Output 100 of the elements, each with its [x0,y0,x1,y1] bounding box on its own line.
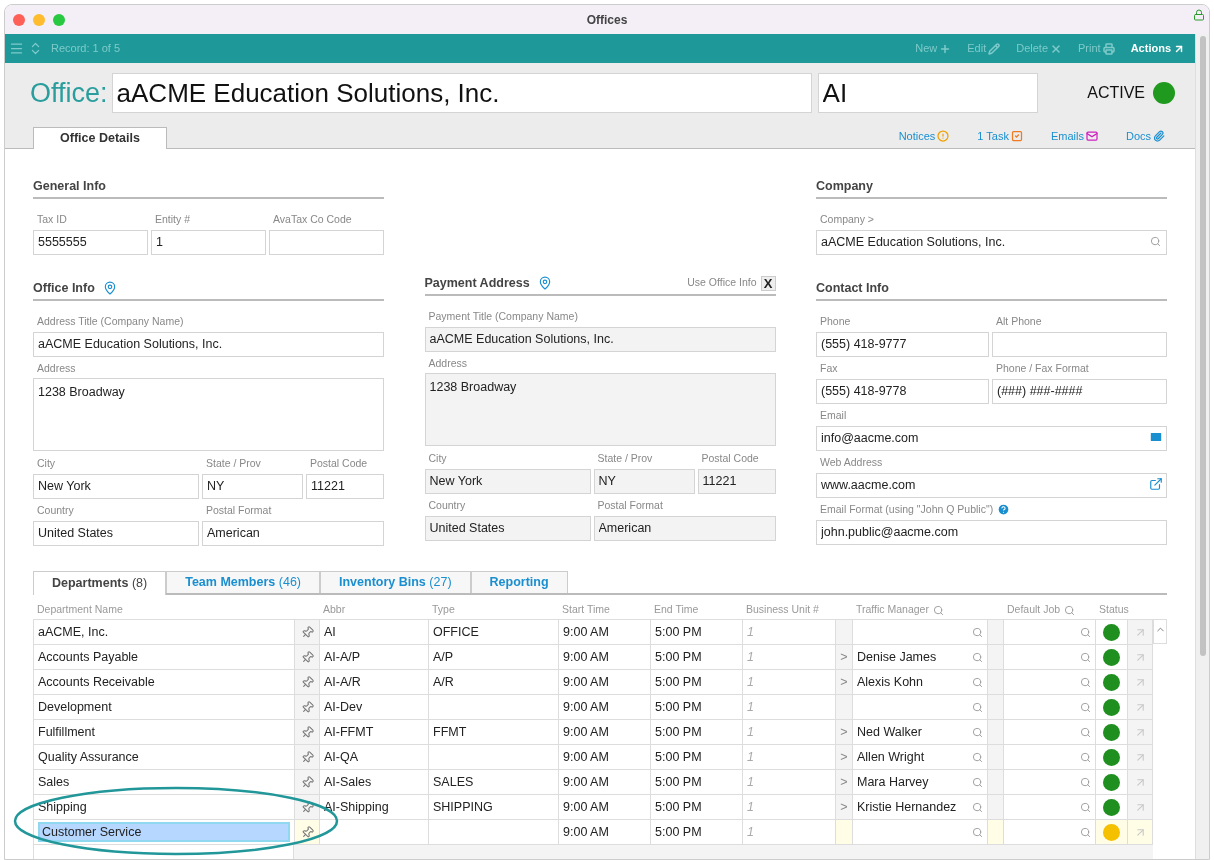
input-field[interactable] [269,229,384,255]
input-field[interactable]: (555) 418-9778 [816,378,989,404]
field-label: Postal Code [309,457,369,470]
field-label: Country [36,504,75,517]
name-text[interactable]: Customer Service [38,822,290,842]
field-label: City [427,452,448,465]
search-icon[interactable] [1080,701,1091,713]
close-button[interactable] [13,13,25,26]
input-field[interactable]: aACME Education Solutions, Inc. [33,331,384,357]
search-icon[interactable] [1064,604,1076,616]
manager-name: Kristie Hernandez [857,798,957,816]
table-cell: A/P [429,645,559,670]
input-field[interactable]: United States [33,520,199,546]
input-field[interactable]: New York [424,468,591,494]
tab[interactable]: Departments (8) [33,571,167,595]
search-icon[interactable] [1080,676,1091,688]
search-icon[interactable] [972,776,983,788]
column-header: Business Unit # [745,602,820,618]
menu-icon[interactable] [9,41,24,56]
tab[interactable]: Office Details [33,127,167,149]
input-field[interactable]: 11221 [697,468,776,494]
input-field[interactable]: American [202,520,384,546]
table-cell[interactable]: Customer Service [34,820,295,845]
search-icon[interactable] [1080,726,1091,738]
table-cell: AI-A/R [320,670,429,695]
search-icon[interactable] [1080,651,1091,663]
search-icon[interactable] [1080,801,1091,813]
paperclip-icon [1153,129,1165,142]
search-icon[interactable] [1080,826,1091,838]
external-link-icon[interactable] [1149,477,1163,491]
input-field[interactable]: American [593,515,776,541]
map-pin-icon[interactable] [102,281,117,295]
input-field[interactable]: www.aacme.com [816,472,1167,498]
field-label: Company > [819,213,875,226]
search-icon[interactable] [972,651,983,663]
table-cell: AI-FFMT [320,720,429,745]
search-icon[interactable] [972,701,983,713]
input-field[interactable]: aACME Education Solutions, Inc. [816,229,1167,255]
input-field[interactable]: New York [33,473,199,499]
pencil-icon [988,42,1001,55]
search-icon[interactable] [972,676,983,688]
table-cell: 9:00 AM [559,620,651,645]
plus-icon [939,42,952,55]
input-field[interactable]: 5555555 [33,229,148,255]
manager-name: Alexis Kohn [857,673,923,691]
help-icon[interactable] [997,503,1011,516]
checkbox-icon [1010,129,1023,142]
abbreviation-field[interactable]: AI [817,73,1038,113]
search-icon[interactable] [972,726,983,738]
field-label: Postal Format [205,504,273,517]
search-icon[interactable] [1080,626,1091,638]
column-header: End Time [653,602,700,618]
minimize-button[interactable] [33,13,45,26]
search-icon[interactable] [1080,776,1091,788]
search-icon[interactable] [972,801,983,813]
search-icon[interactable] [972,751,983,763]
text-area[interactable]: 1238 Broadway [424,373,776,446]
table-cell: AI [320,620,429,645]
input-field[interactable]: 1 [151,229,266,255]
input-field[interactable]: john.public@aacme.com [816,519,1167,545]
table-scrollbar[interactable] [1153,619,1167,644]
input-field[interactable]: info@aacme.com [816,425,1167,451]
use-office-info-checkbox[interactable]: X [760,275,776,291]
input-field[interactable]: aACME Education Solutions, Inc. [424,326,776,352]
table-cell: 9:00 AM [559,770,651,795]
window-scrollbar[interactable] [1195,34,1209,859]
table-cell: 5:00 PM [651,745,743,770]
search-icon[interactable] [932,604,944,616]
map-pin-icon[interactable] [537,276,552,290]
input-field[interactable] [992,331,1167,357]
lock-icon[interactable] [1193,9,1205,21]
search-icon[interactable] [1080,751,1091,763]
input-field[interactable]: 11221 [306,473,384,499]
table-cell: AI-QA [320,745,429,770]
input-field[interactable]: United States [424,515,591,541]
input-field[interactable]: (###) ###-#### [992,378,1167,404]
table-cell: A/R [429,670,559,695]
input-field[interactable]: NY [202,473,303,499]
search-icon[interactable] [1150,236,1161,247]
manager-name: Denise James [857,648,937,666]
field-label: Email [819,409,848,422]
table-cell: 5:00 PM [651,720,743,745]
field-label: Address [36,362,77,375]
office-name-field[interactable]: aACME Education Solutions, Inc. [111,73,812,113]
manager-name: Ned Walker [857,723,922,741]
input-field[interactable]: NY [593,468,695,494]
table-cell: 5:00 PM [651,645,743,670]
search-icon[interactable] [972,826,983,838]
search-icon[interactable] [972,626,983,638]
toolbar-button[interactable]: Actions [1124,40,1191,57]
section-title: Company [816,177,873,195]
field-label: Phone / Fax Format [995,362,1090,375]
manager-name: Allen Wright [857,748,925,766]
text-area[interactable]: 1238 Broadway [33,378,384,451]
input-field[interactable]: (555) 418-9777 [816,331,989,357]
table-cell: 5:00 PM [651,770,743,795]
envelope-icon [1085,129,1098,142]
zoom-button[interactable] [53,13,65,26]
checkbox-label: Use Office Info [687,275,757,291]
section-title: Payment Address [424,274,530,292]
